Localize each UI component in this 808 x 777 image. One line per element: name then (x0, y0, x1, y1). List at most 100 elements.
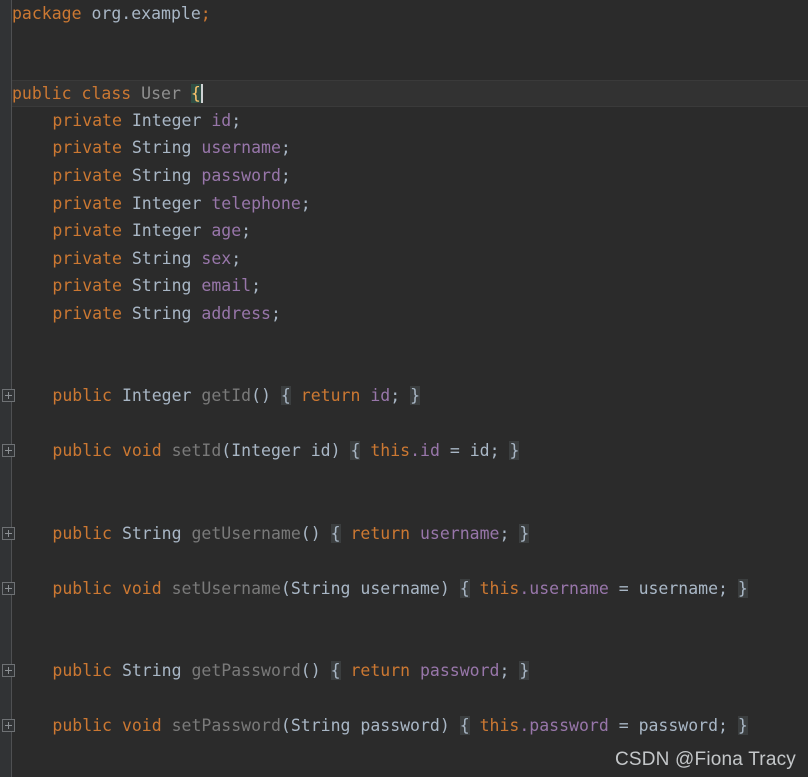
code-token: setId (171, 441, 222, 460)
code-token: private (52, 221, 122, 240)
code-token: { (330, 524, 341, 543)
code-line[interactable]: private String password; (52, 162, 290, 189)
code-token: () (251, 386, 271, 405)
code-token: age (211, 221, 242, 240)
code-line[interactable]: public class User { (12, 80, 203, 107)
code-token: ; (270, 304, 281, 323)
code-token: .id (410, 441, 440, 460)
code-token: } (737, 579, 748, 598)
code-token: private (52, 276, 122, 295)
code-line[interactable]: private String sex; (52, 245, 241, 272)
code-line[interactable]: private Integer telephone; (52, 190, 310, 217)
code-token: public (12, 84, 72, 103)
code-token: telephone (211, 194, 301, 213)
code-token: = id; (439, 441, 510, 460)
code-line[interactable]: package org.example; (12, 0, 211, 27)
code-token: { (459, 716, 470, 735)
code-token: email (201, 276, 252, 295)
code-token: password) (350, 716, 450, 735)
code-line[interactable]: public String getPassword() { return pas… (52, 657, 530, 684)
code-token: { (330, 661, 341, 680)
code-token: () (300, 524, 321, 543)
code-token: this (479, 579, 520, 598)
code-token: String (290, 716, 351, 735)
code-token: Integer (131, 194, 202, 213)
fold-expand-icon[interactable] (2, 582, 15, 595)
code-token: { (190, 84, 201, 103)
code-token: public (52, 716, 112, 735)
code-token: = username; (608, 579, 738, 598)
fold-expand-icon[interactable] (2, 444, 15, 457)
code-line[interactable]: public Integer getId() { return id; } (52, 382, 421, 409)
code-token: public (52, 524, 112, 543)
code-token: ( (280, 579, 291, 598)
code-token: Integer (131, 221, 202, 240)
code-token: ; (231, 111, 242, 130)
code-token: ( (280, 716, 291, 735)
code-token: ; (241, 221, 252, 240)
text-caret (200, 84, 203, 103)
code-line[interactable]: private String address; (52, 300, 281, 327)
code-token: } (519, 524, 530, 543)
code-line[interactable]: public void setUsername(String username)… (52, 575, 748, 602)
code-line[interactable]: private String username; (52, 134, 290, 161)
code-token: private (52, 111, 122, 130)
code-token: public (52, 661, 112, 680)
code-line[interactable]: private String email; (52, 272, 261, 299)
code-token: } (737, 716, 748, 735)
code-token: String (131, 138, 192, 157)
code-token: address (201, 304, 271, 323)
code-token: String (131, 249, 192, 268)
code-line[interactable]: public String getUsername() { return use… (52, 520, 530, 547)
code-token: String (121, 661, 182, 680)
code-token: ; (300, 194, 311, 213)
code-token: setUsername (171, 579, 281, 598)
code-line[interactable]: public void setId(Integer id) { this.id … (52, 437, 520, 464)
code-token: String (131, 166, 192, 185)
code-line[interactable]: private Integer age; (52, 217, 251, 244)
code-token: } (410, 386, 421, 405)
code-token: void (121, 579, 162, 598)
code-text-area[interactable]: package org.example; public class User {p… (0, 0, 808, 777)
code-token: void (121, 716, 162, 735)
code-token: getUsername (191, 524, 301, 543)
code-editor[interactable]: package org.example; public class User {p… (0, 0, 808, 777)
code-token: private (52, 194, 122, 213)
code-token: { (280, 386, 291, 405)
code-line[interactable]: private Integer id; (52, 107, 241, 134)
code-token: String (131, 304, 192, 323)
fold-expand-icon[interactable] (2, 389, 15, 402)
fold-expand-icon[interactable] (2, 527, 15, 540)
fold-expand-icon[interactable] (2, 719, 15, 732)
code-line[interactable]: public void setPassword(String password)… (52, 712, 748, 739)
fold-expand-icon[interactable] (2, 664, 15, 677)
code-token: username (420, 524, 500, 543)
code-token: return (300, 386, 361, 405)
code-token: username (201, 138, 281, 157)
